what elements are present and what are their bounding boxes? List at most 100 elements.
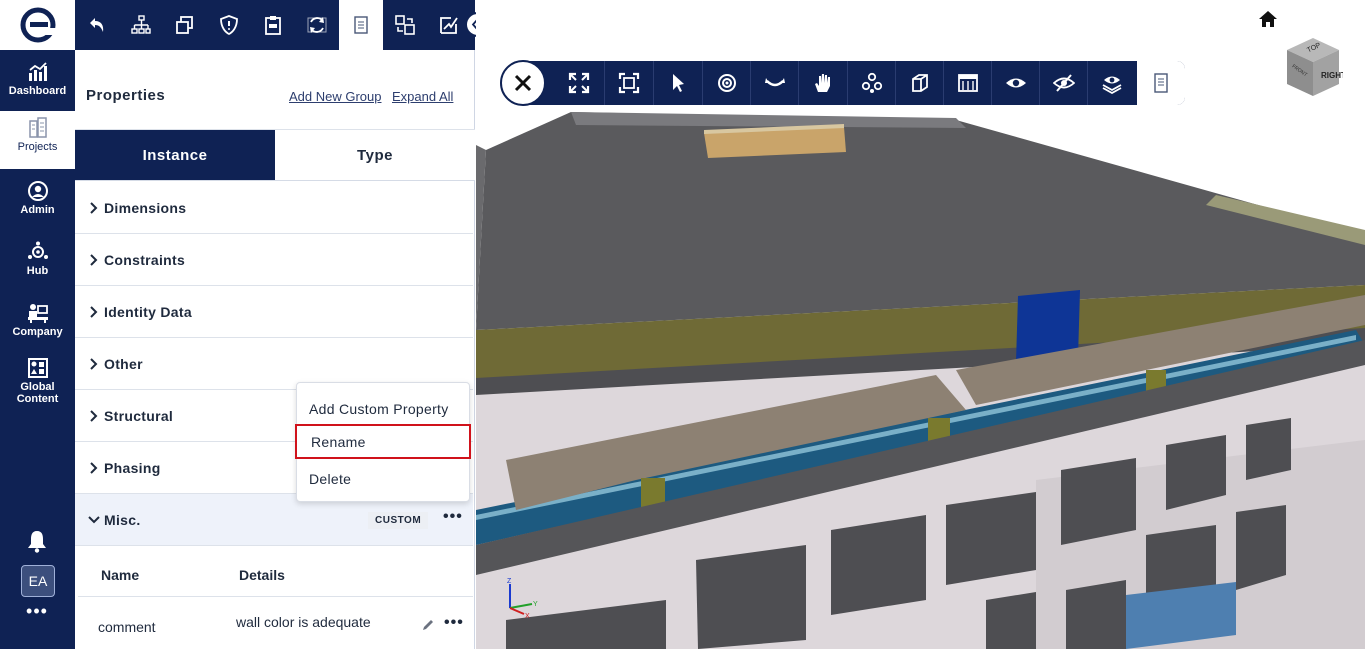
viewer-properties-button[interactable] bbox=[1137, 61, 1185, 105]
shield-icon bbox=[220, 15, 238, 35]
misc-more-icon[interactable]: ••• bbox=[443, 508, 463, 526]
custom-badge: CUSTOM bbox=[368, 512, 429, 529]
fullscreen-button[interactable] bbox=[555, 61, 603, 105]
cursor-icon bbox=[672, 74, 684, 92]
hand-icon bbox=[814, 74, 830, 92]
table-row: comment wall color is adequate ••• bbox=[78, 598, 473, 649]
document-icon bbox=[1154, 73, 1168, 93]
section-label: Misc. bbox=[104, 511, 141, 528]
hide-button[interactable] bbox=[1039, 61, 1087, 105]
chart-icon bbox=[28, 62, 47, 81]
hierarchy-icon bbox=[131, 15, 151, 34]
nav-company[interactable]: Company bbox=[0, 296, 75, 354]
chevron-down-icon bbox=[88, 515, 100, 523]
menu-item-add-custom-property[interactable]: Add Custom Property bbox=[297, 391, 469, 426]
cube-label-right: RIGHT bbox=[1321, 71, 1343, 80]
section-label: Identity Data bbox=[104, 303, 192, 320]
sync-button[interactable] bbox=[295, 0, 339, 50]
section-plane-button[interactable] bbox=[943, 61, 991, 105]
undo-arrow-icon bbox=[90, 18, 104, 32]
home-icon[interactable] bbox=[1258, 10, 1278, 28]
section-label: Other bbox=[104, 355, 143, 372]
copy-icon bbox=[176, 16, 193, 34]
fit-frame-icon bbox=[618, 72, 639, 94]
pencil-icon[interactable] bbox=[421, 618, 435, 632]
nav-dashboard[interactable]: Dashboard bbox=[0, 55, 75, 113]
left-navigation: Dashboard Projects Admin Hub Company Glo… bbox=[0, 0, 75, 649]
axis-label-x: X bbox=[525, 613, 530, 618]
menu-item-rename[interactable]: Rename bbox=[295, 424, 471, 459]
arc-icon bbox=[764, 78, 785, 87]
section-dimensions[interactable]: Dimensions bbox=[75, 182, 473, 234]
app-logo[interactable] bbox=[0, 0, 75, 50]
properties-button[interactable] bbox=[339, 0, 383, 50]
property-table-header: Name Details bbox=[78, 547, 473, 597]
hub-icon bbox=[27, 241, 48, 259]
explode-button[interactable] bbox=[847, 61, 895, 105]
bell-icon[interactable] bbox=[26, 529, 48, 553]
add-new-group-link[interactable]: Add New Group bbox=[289, 89, 382, 104]
axis-label-y: Y bbox=[533, 601, 538, 608]
orbit-icon bbox=[717, 74, 736, 92]
clipboard-icon bbox=[265, 16, 281, 35]
pan-button[interactable] bbox=[798, 61, 846, 105]
orbit-button[interactable] bbox=[702, 61, 750, 105]
look-button[interactable] bbox=[750, 61, 798, 105]
more-options-icon[interactable]: ••• bbox=[25, 602, 49, 620]
row-more-icon[interactable]: ••• bbox=[444, 614, 464, 632]
view-cube[interactable]: RIGHT TOP FRONT bbox=[1283, 36, 1343, 98]
chevron-right-icon bbox=[90, 253, 98, 266]
compare-icon bbox=[395, 15, 415, 35]
hierarchy-button[interactable] bbox=[119, 0, 163, 50]
sync-icon bbox=[307, 17, 327, 33]
properties-panel: Properties Add New Group Expand All Inst… bbox=[75, 50, 475, 649]
expand-all-link[interactable]: Expand All bbox=[392, 89, 453, 104]
section-label: Structural bbox=[104, 407, 174, 424]
nav-admin[interactable]: Admin bbox=[0, 174, 75, 232]
chevron-right-icon bbox=[90, 305, 98, 318]
compare-button[interactable] bbox=[383, 0, 427, 50]
nav-projects[interactable]: Projects bbox=[0, 111, 75, 169]
section-label: Phasing bbox=[104, 459, 161, 476]
nav-hub[interactable]: Hub bbox=[0, 235, 75, 293]
section-constraints[interactable]: Constraints bbox=[75, 234, 473, 286]
menu-item-delete[interactable]: Delete bbox=[297, 461, 469, 496]
section-identity-data[interactable]: Identity Data bbox=[75, 286, 473, 338]
fit-view-button[interactable] bbox=[604, 61, 652, 105]
layers-button[interactable] bbox=[1087, 61, 1135, 105]
nav-label: Hub bbox=[26, 265, 49, 277]
app-root: Dashboard Projects Admin Hub Company Glo… bbox=[0, 0, 1365, 649]
nav-label: Global Content bbox=[16, 381, 59, 405]
chevron-right-icon bbox=[90, 461, 98, 474]
global-content-icon bbox=[27, 358, 48, 378]
explode-icon bbox=[861, 72, 882, 93]
panel-toolbar bbox=[75, 0, 475, 50]
property-details: wall color is adequate bbox=[236, 614, 371, 630]
eye-icon bbox=[1005, 78, 1026, 88]
close-viewer-button[interactable] bbox=[500, 60, 546, 106]
chevron-right-icon bbox=[90, 357, 98, 370]
context-menu: Add Custom Property Rename Delete bbox=[295, 382, 471, 502]
select-button[interactable] bbox=[653, 61, 701, 105]
chevron-right-icon bbox=[90, 201, 98, 214]
shield-button[interactable] bbox=[207, 0, 251, 50]
rfi-button[interactable] bbox=[251, 0, 295, 50]
tab-type[interactable]: Type bbox=[275, 130, 475, 180]
company-icon bbox=[27, 304, 48, 323]
cube-icon bbox=[911, 74, 928, 92]
avatar[interactable]: EA bbox=[21, 565, 55, 597]
eye-slash-icon bbox=[1052, 74, 1075, 92]
copy-button[interactable] bbox=[163, 0, 207, 50]
section-label: Constraints bbox=[104, 251, 186, 268]
nav-label: Dashboard bbox=[8, 85, 67, 97]
close-icon bbox=[514, 74, 532, 92]
nav-label: Projects bbox=[17, 141, 58, 153]
property-tabs: Instance Type bbox=[75, 130, 475, 181]
edit-chart-icon bbox=[440, 17, 458, 34]
plane-icon bbox=[957, 74, 978, 92]
nav-global-content[interactable]: Global Content bbox=[0, 351, 75, 411]
tab-instance[interactable]: Instance bbox=[75, 130, 275, 180]
back-button[interactable] bbox=[75, 0, 119, 50]
show-button[interactable] bbox=[991, 61, 1039, 105]
section-box-button[interactable] bbox=[895, 61, 943, 105]
